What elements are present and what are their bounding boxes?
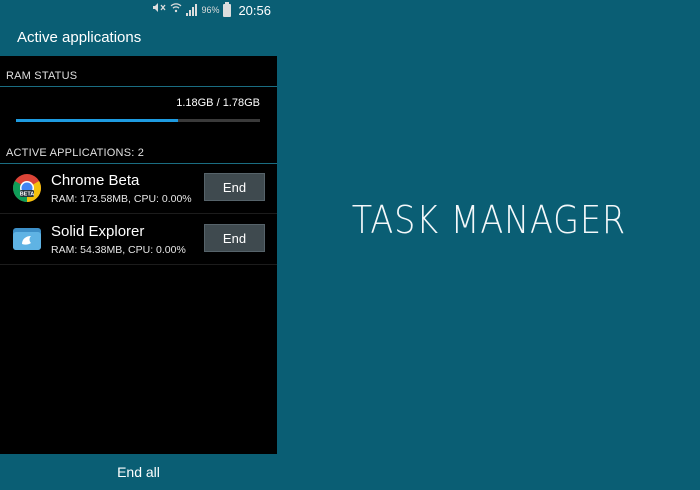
hero-banner: TASK MANAGER xyxy=(277,0,700,490)
action-bar: Active applications xyxy=(0,20,277,56)
mute-icon xyxy=(152,2,166,18)
list-item[interactable]: BETA Chrome Beta RAM: 173.58MB, CPU: 0.0… xyxy=(0,163,277,214)
active-apps-label: ACTIVE APPLICATIONS: 2 xyxy=(6,147,145,159)
hero-title: TASK MANAGER xyxy=(351,198,626,242)
status-icons: 96% 20:56 xyxy=(152,1,271,18)
app-name: Chrome Beta xyxy=(51,172,140,189)
clock: 20:56 xyxy=(238,2,271,18)
app-name: Solid Explorer xyxy=(51,223,145,240)
end-all-button[interactable]: End all xyxy=(0,454,277,490)
list-item[interactable]: Solid Explorer RAM: 54.38MB, CPU: 0.00% … xyxy=(0,214,277,265)
ram-status-header: RAM STATUS xyxy=(0,60,277,87)
phone-screen: 96% 20:56 Active applications RAM STATUS… xyxy=(0,0,277,490)
chrome-beta-icon: BETA xyxy=(12,173,42,203)
wifi-icon xyxy=(170,2,182,18)
ram-usage-text: 1.18GB / 1.78GB xyxy=(176,97,260,109)
app-stats: RAM: 173.58MB, CPU: 0.00% xyxy=(51,193,192,205)
status-bar: 96% 20:56 xyxy=(0,0,277,20)
ram-progress-bar xyxy=(16,119,260,122)
active-apps-header: ACTIVE APPLICATIONS: 2 xyxy=(0,137,277,164)
battery-percent: 96% xyxy=(201,5,220,15)
app-stats: RAM: 54.38MB, CPU: 0.00% xyxy=(51,244,186,256)
solid-explorer-icon xyxy=(12,224,42,254)
end-button[interactable]: End xyxy=(204,224,265,252)
signal-icon xyxy=(186,4,198,16)
ram-progress-fill xyxy=(16,119,178,122)
end-button[interactable]: End xyxy=(204,173,265,201)
svg-text:BETA: BETA xyxy=(20,192,35,198)
ram-status-label: RAM STATUS xyxy=(6,70,78,82)
page-title: Active applications xyxy=(17,29,142,46)
battery-icon xyxy=(223,1,232,17)
